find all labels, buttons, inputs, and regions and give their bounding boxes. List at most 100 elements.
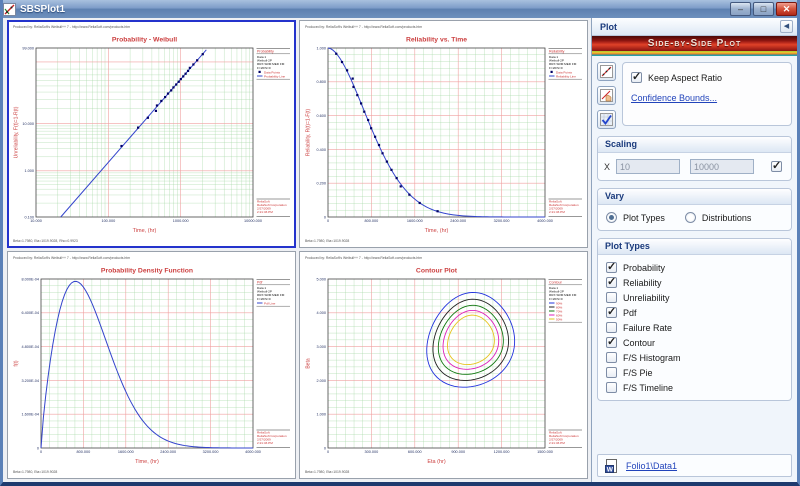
svg-text:1000.000: 1000.000	[173, 219, 189, 223]
plot-type-f-s-timeline[interactable]: F/S Timeline	[606, 380, 791, 395]
svg-text:1.000: 1.000	[316, 413, 326, 417]
plot-setup-button[interactable]	[597, 62, 616, 81]
close-button[interactable]: ✕	[776, 2, 797, 16]
keep-aspect-ratio-checkbox[interactable]	[631, 72, 642, 83]
autoscale-checkbox[interactable]	[771, 161, 782, 172]
svg-text:0: 0	[40, 450, 42, 454]
reliability-vs-time-chart: 0800.0001600.0002400.0003200.0004000.000…	[302, 23, 585, 245]
plot-card-reliability[interactable]: 0800.0001600.0002400.0003200.0004000.000…	[299, 20, 588, 248]
svg-text:4.000: 4.000	[316, 311, 326, 315]
scale-max-input[interactable]	[690, 159, 754, 174]
panel-title: Plot	[600, 22, 780, 32]
checkbox[interactable]	[606, 262, 617, 273]
svg-text:Time, (hr): Time, (hr)	[425, 228, 449, 234]
title-bar[interactable]: SBSPlot1 – □ ✕	[0, 0, 800, 18]
plot-type-pdf[interactable]: Pdf	[606, 305, 791, 320]
redraw-plot-button[interactable]	[597, 110, 616, 129]
svg-text:Reliability Line: Reliability Line	[556, 74, 576, 78]
vary-distributions-radio[interactable]	[685, 212, 696, 223]
svg-text:800.000: 800.000	[365, 219, 379, 223]
svg-text:4000.000: 4000.000	[537, 219, 553, 223]
scaling-section: Scaling X	[597, 136, 792, 181]
svg-text:Produced by: ReliaSoft's Weibu: Produced by: ReliaSoft's Weibull++ 7 - h…	[305, 256, 422, 260]
plot-type-f-s-histogram[interactable]: F/S Histogram	[606, 350, 791, 365]
checkbox[interactable]	[606, 322, 617, 333]
minimize-button[interactable]: –	[730, 2, 751, 16]
label: F/S Histogram	[623, 353, 681, 363]
svg-text:3200.000: 3200.000	[494, 219, 510, 223]
scaling-header: Scaling	[598, 137, 791, 153]
checkbox[interactable]	[606, 277, 617, 288]
svg-text:1.000: 1.000	[24, 169, 34, 173]
svg-text:Contour Plot: Contour Plot	[416, 268, 458, 275]
plot-types-header: Plot Types	[598, 239, 791, 255]
svg-text:Beta=1.7980, Eta=1019.9028: Beta=1.7980, Eta=1019.9028	[13, 470, 57, 474]
plot-card-pdf[interactable]: 0800.0001600.0002400.0003200.0004000.000…	[7, 251, 296, 479]
svg-text:W: W	[607, 466, 614, 473]
label: F/S Pie	[623, 368, 653, 378]
scaling-body: X	[598, 153, 791, 180]
plot-setup-icon	[600, 65, 613, 78]
checkbox[interactable]	[606, 337, 617, 348]
svg-text:3.000: 3.000	[316, 345, 326, 349]
svg-text:Beta=1.7980, Eta=1019.9028, Rh: Beta=1.7980, Eta=1019.9028, Rho=0.9923	[13, 239, 78, 243]
svg-text:2400.000: 2400.000	[450, 219, 466, 223]
aspect-options-box: Keep Aspect Ratio Confidence Bounds...	[622, 62, 792, 126]
svg-text:0: 0	[327, 219, 329, 223]
svg-text:10.000: 10.000	[30, 219, 42, 223]
svg-text:99.000: 99.000	[22, 46, 34, 50]
checkbox[interactable]	[606, 307, 617, 318]
plot-type-failure-rate[interactable]: Failure Rate	[606, 320, 791, 335]
svg-text:0: 0	[327, 450, 329, 454]
collapse-panel-button[interactable]: ◀	[780, 20, 793, 33]
vary-plot-types-radio[interactable]	[606, 212, 617, 223]
checkbox[interactable]	[606, 367, 617, 378]
maximize-button[interactable]: □	[753, 2, 774, 16]
svg-text:Produced by: ReliaSoft's Weibu: Produced by: ReliaSoft's Weibull++ 7 - h…	[13, 256, 130, 260]
plot-type-f-s-pie[interactable]: F/S Pie	[606, 365, 791, 380]
tools-row: Keep Aspect Ratio Confidence Bounds...	[597, 62, 792, 129]
svg-text:Probability: Probability	[257, 50, 274, 54]
confidence-bounds-link[interactable]: Confidence Bounds...	[631, 93, 783, 103]
checkbox[interactable]	[606, 352, 617, 363]
plot-card-contour[interactable]: 0300.000600.000900.0001200.0001500.0005.…	[299, 251, 588, 479]
svg-text:0: 0	[324, 215, 326, 219]
checkbox[interactable]	[606, 292, 617, 303]
folio-data-link[interactable]: Folio1\Data1	[626, 461, 677, 471]
svg-text:Probability Line: Probability Line	[264, 74, 285, 78]
plot-panel: Plot ◀ Side-by-Side Plot	[591, 18, 797, 482]
redraw-check-icon	[600, 113, 613, 126]
banner-stripes	[592, 51, 797, 56]
svg-text:2:21:46 PM: 2:21:46 PM	[549, 441, 565, 445]
svg-text:6.400E-04: 6.400E-04	[21, 311, 39, 315]
svg-text:Beta=1.7980, Eta=1019.9028: Beta=1.7980, Eta=1019.9028	[305, 470, 349, 474]
svg-text:300.000: 300.000	[365, 450, 379, 454]
plot-type-contour[interactable]: Contour	[606, 335, 791, 350]
plot-type-probability[interactable]: Probability	[606, 260, 791, 275]
svg-text:Produced by: ReliaSoft's Weibu: Produced by: ReliaSoft's Weibull++ 7 - h…	[13, 25, 130, 29]
svg-text:Reliability, R(t)=1-F(t): Reliability, R(t)=1-F(t)	[306, 109, 312, 157]
svg-text:4000.000: 4000.000	[245, 450, 261, 454]
plot-card-probability[interactable]: 10.000100.0001000.00010000.00099.00010.0…	[7, 20, 296, 248]
keep-aspect-ratio-label: Keep Aspect Ratio	[648, 73, 722, 83]
checkbox[interactable]	[606, 382, 617, 393]
svg-text:F=20/S=0: F=20/S=0	[257, 66, 271, 70]
svg-text:2:21:46 PM: 2:21:46 PM	[549, 210, 565, 214]
svg-text:0.800: 0.800	[316, 80, 326, 84]
svg-text:0.400: 0.400	[316, 148, 326, 152]
svg-text:Time, (hr): Time, (hr)	[135, 459, 159, 465]
svg-text:1600.000: 1600.000	[118, 450, 134, 454]
svg-text:100.000: 100.000	[101, 219, 115, 223]
scale-min-input[interactable]	[616, 159, 680, 174]
keep-aspect-ratio-option[interactable]: Keep Aspect Ratio	[631, 72, 783, 83]
plot-type-unreliability[interactable]: Unreliability	[606, 290, 791, 305]
plot-type-reliability[interactable]: Reliability	[606, 275, 791, 290]
label: Pdf	[623, 308, 637, 318]
svg-text:1.600E-04: 1.600E-04	[21, 413, 39, 417]
svg-text:F=20/S=0: F=20/S=0	[257, 297, 271, 301]
svg-text:10000.000: 10000.000	[244, 219, 262, 223]
svg-text:Time, (hr): Time, (hr)	[133, 228, 157, 234]
vary-section: Vary Plot Types Distributions	[597, 188, 792, 231]
rs-draw-button[interactable]	[597, 86, 616, 105]
side-by-side-banner: Side-by-Side Plot	[592, 36, 797, 51]
